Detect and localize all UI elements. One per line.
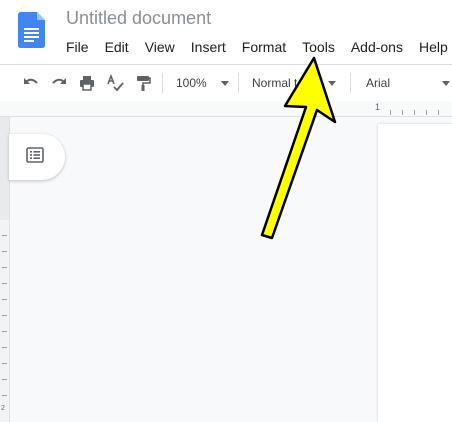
font-value: Arial — [366, 76, 391, 90]
document-page[interactable] — [378, 124, 452, 422]
toolbar-divider — [162, 73, 163, 93]
ruler-tick — [426, 110, 427, 115]
ruler-tick — [402, 110, 403, 115]
horizontal-ruler[interactable]: 1 — [0, 101, 452, 117]
ruler-tick — [2, 251, 7, 252]
ruler-tick — [2, 379, 7, 380]
chevron-down-icon — [220, 80, 229, 86]
spellcheck-icon[interactable] — [103, 65, 127, 101]
chevron-down-icon — [442, 80, 451, 86]
print-icon[interactable] — [75, 65, 99, 101]
zoom-value: 100% — [176, 76, 207, 90]
chevron-down-icon — [328, 80, 336, 86]
undo-icon[interactable] — [19, 65, 43, 101]
ruler-tick — [2, 395, 7, 396]
ruler-tick — [438, 110, 439, 115]
menu-addons[interactable]: Add-ons — [343, 37, 411, 57]
toolbar-divider — [238, 73, 239, 93]
zoom-select[interactable]: 100% — [170, 65, 232, 101]
toolbar-divider — [350, 73, 351, 93]
style-select[interactable]: Normal text — [246, 65, 344, 101]
menu-edit[interactable]: Edit — [97, 37, 137, 57]
menu-insert[interactable]: Insert — [183, 37, 234, 57]
outline-icon — [26, 146, 44, 168]
docs-logo-icon[interactable] — [18, 12, 45, 48]
menu-bar: File Edit View Insert Format Tools Add-o… — [58, 37, 452, 57]
ruler-tick — [2, 267, 7, 268]
menu-file[interactable]: File — [58, 37, 97, 57]
ruler-tick — [390, 110, 391, 115]
paint-format-icon[interactable] — [131, 65, 155, 101]
vertical-ruler-number: 2 — [1, 405, 5, 412]
menu-help[interactable]: Help — [411, 37, 452, 57]
menu-tools[interactable]: Tools — [294, 37, 343, 57]
style-value: Normal text — [252, 76, 314, 90]
document-title[interactable]: Untitled document — [66, 8, 211, 29]
ruler-tick — [2, 347, 7, 348]
ruler-tick — [2, 235, 7, 236]
ruler-tick — [2, 315, 7, 316]
font-select[interactable]: Arial — [358, 65, 452, 101]
vertical-ruler-margin — [0, 117, 9, 220]
menu-view[interactable]: View — [137, 37, 183, 57]
ruler-tick — [414, 110, 415, 115]
ruler-tick — [2, 299, 7, 300]
document-outline-button[interactable] — [9, 134, 65, 180]
menu-format[interactable]: Format — [234, 37, 294, 57]
toolbar: 100% Normal text Arial — [0, 64, 452, 102]
title-bar: Untitled document File Edit View Insert … — [0, 0, 452, 64]
ruler-tick — [2, 331, 7, 332]
redo-icon[interactable] — [47, 65, 71, 101]
ruler-tick — [2, 283, 7, 284]
ruler-number: 1 — [375, 102, 381, 112]
ruler-tick — [2, 363, 7, 364]
